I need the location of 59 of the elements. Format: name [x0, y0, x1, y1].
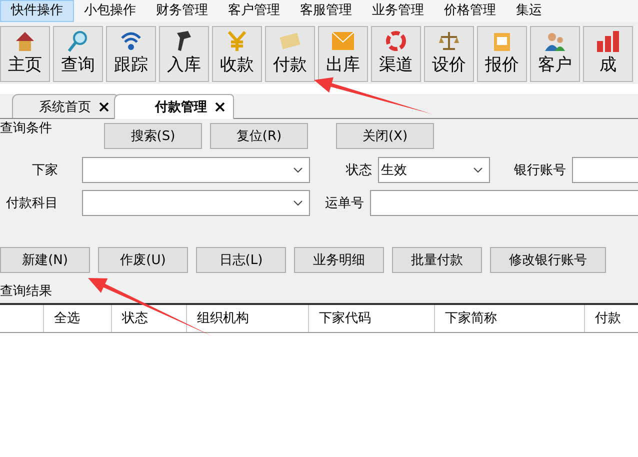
- group-title: 查询条件: [0, 120, 53, 137]
- action-button[interactable]: 作废(U): [98, 247, 188, 273]
- tab[interactable]: 系统首页: [12, 94, 118, 118]
- input-field[interactable]: [572, 156, 638, 182]
- field-label: 付款科目: [5, 194, 58, 212]
- field-label: 状态: [344, 162, 372, 178]
- field-label: 下家: [31, 162, 58, 178]
- menu-item[interactable]: 客户管理: [218, 0, 290, 22]
- column-header[interactable]: 下家简称: [435, 305, 585, 332]
- toolbar-button[interactable]: 查询: [53, 26, 103, 82]
- ring-icon: [384, 29, 408, 53]
- menu-item[interactable]: 集运: [506, 0, 552, 22]
- dropdown-field[interactable]: [82, 156, 310, 182]
- query-button[interactable]: 关闭(X): [336, 123, 434, 149]
- dropdown-field[interactable]: 生效: [378, 156, 490, 182]
- field-label: 银行账号: [513, 162, 566, 178]
- caret-icon: [293, 200, 303, 206]
- menu-item[interactable]: 小包操作: [74, 0, 146, 22]
- query-button[interactable]: 搜索(S): [104, 123, 202, 149]
- action-button[interactable]: 新建(N): [0, 247, 90, 273]
- toolbar-button[interactable]: 成: [583, 26, 633, 82]
- menu-item[interactable]: 业务管理: [362, 0, 434, 22]
- magnifier-icon: [66, 29, 90, 53]
- menu-item[interactable]: 财务管理: [146, 0, 218, 22]
- close-icon[interactable]: [99, 102, 109, 112]
- menu-item[interactable]: 快件操作: [0, 0, 74, 22]
- column-header[interactable]: 下家代码: [309, 305, 435, 332]
- toolbar-button[interactable]: 渠道: [371, 26, 421, 82]
- toolbar-button[interactable]: 出库: [318, 26, 368, 82]
- toolbar-button[interactable]: 跟踪: [106, 26, 156, 82]
- toolbar-button[interactable]: 主页: [0, 26, 50, 82]
- column-header[interactable]: 付款: [585, 305, 638, 332]
- toolbar-button[interactable]: 设价: [424, 26, 474, 82]
- scale-icon: [437, 29, 461, 53]
- menu-item[interactable]: 价格管理: [434, 0, 506, 22]
- action-button[interactable]: 修改银行账号: [490, 247, 606, 273]
- query-button[interactable]: 复位(R): [210, 123, 308, 149]
- toolbar-button[interactable]: 报价: [477, 26, 527, 82]
- toolbar-button[interactable]: 收款: [212, 26, 262, 82]
- action-button[interactable]: 业务明细: [294, 247, 384, 273]
- toolbar-button[interactable]: 客户: [530, 26, 580, 82]
- input-field[interactable]: [370, 190, 638, 216]
- menu-item[interactable]: 客服管理: [290, 0, 362, 22]
- yen-icon: [225, 29, 249, 53]
- caret-icon: [473, 166, 483, 172]
- caret-icon: [293, 166, 303, 172]
- chart-icon: [596, 29, 620, 53]
- action-button[interactable]: 日志(L): [196, 247, 286, 273]
- column-header[interactable]: 全选: [44, 305, 112, 332]
- dropdown-field[interactable]: [82, 190, 310, 216]
- close-icon[interactable]: [215, 102, 225, 112]
- field-value: 生效: [381, 162, 407, 178]
- tab[interactable]: 付款管理: [114, 94, 234, 119]
- section-title: 查询结果: [0, 277, 638, 303]
- action-button[interactable]: 批量付款: [392, 247, 482, 273]
- toolbar-button[interactable]: 入库: [159, 26, 209, 82]
- envelope-icon: [331, 29, 355, 53]
- toolbar-button[interactable]: 付款: [265, 26, 315, 82]
- field-label: 运单号: [324, 194, 364, 212]
